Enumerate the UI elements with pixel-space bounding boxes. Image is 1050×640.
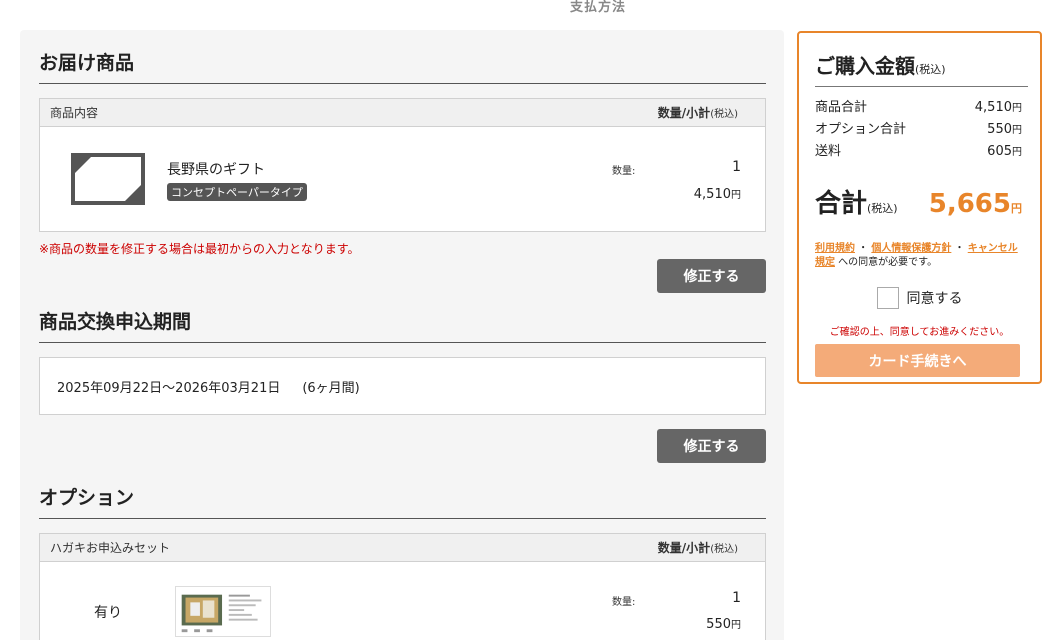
option-box-header: ハガキお申込みセット 数量/小計(税込) [40, 534, 765, 562]
option-subtotal: 550円 [706, 617, 741, 632]
delivery-item-box: 商品内容 数量/小計(税込) 長野県のギフト コンセプトペーパータイプ 数量: … [39, 98, 766, 232]
grand-total: 合計(税込) 5,665円 [815, 183, 1024, 220]
total-label: 合計(税込) [815, 189, 898, 219]
quantity-edit-note: ※商品の数量を修正する場合は最初からの入力となります。 [39, 242, 360, 256]
summary-line-shipping: 送料 605円 [815, 144, 1022, 159]
card-procedure-button[interactable]: カード手続きへ [815, 344, 1020, 377]
delivery-item-row: 長野県のギフト コンセプトペーパータイプ 数量: 1 4,510円 [40, 127, 765, 231]
delivery-section-title: お届け商品 [39, 30, 766, 84]
qty-value: 1 [732, 159, 741, 175]
purchase-summary-panel: ご購入金額(税込) 商品合計 4,510円 オプション合計 550円 送料 60… [797, 31, 1042, 384]
option-qty-subtotal-header: 数量/小計(税込) [657, 541, 738, 555]
period-range: 2025年09月22日～2026年03月21日 [57, 380, 281, 396]
option-name-header: ハガキお申込みセット [50, 541, 171, 555]
item-type-badge: コンセプトペーパータイプ [167, 183, 307, 201]
agree-control[interactable]: 同意する [815, 287, 1024, 309]
options-section-title: オプション [39, 463, 766, 519]
order-details-panel: お届け商品 商品内容 数量/小計(税込) 長野県のギフト コンセプトペーパータイ… [20, 30, 784, 640]
option-value: 有り [94, 605, 122, 621]
item-content-header: 商品内容 [50, 106, 99, 120]
agree-checkbox[interactable] [876, 287, 899, 309]
delivery-box-header: 商品内容 数量/小計(税込) [40, 99, 765, 127]
qty-label: 数量: [612, 166, 636, 177]
summary-line-options: オプション合計 550円 [815, 122, 1022, 137]
edit-items-button[interactable]: 修正する [657, 259, 766, 293]
summary-lines: 商品合計 4,510円 オプション合計 550円 送料 605円 [815, 97, 1024, 163]
summary-title: ご購入金額(税込) [815, 33, 1028, 87]
edit-period-button[interactable]: 修正する [657, 429, 766, 463]
period-section-title: 商品交換申込期間 [39, 293, 766, 343]
period-box: 2025年09月22日～2026年03月21日 (6ヶ月間) [39, 357, 766, 415]
terms-of-use-link[interactable]: 利用規約 [815, 243, 855, 254]
agree-label[interactable]: 同意する [907, 288, 963, 308]
step-label: 支払方法 [570, 0, 627, 15]
period-months: (6ヶ月間) [302, 380, 360, 396]
confirm-note: ご確認の上、同意してお進みください。 [829, 327, 1010, 338]
item-name: 長野県のギフト [167, 162, 265, 178]
option-qty-label: 数量: [612, 597, 636, 608]
terms-notice: 利用規約 ・ 個人情報保護方針 ・ キャンセル規定 への同意が必要です。 [815, 243, 1018, 268]
image-placeholder-icon [71, 153, 145, 205]
qty-subtotal-header: 数量/小計(税込) [657, 106, 738, 120]
summary-line-items: 商品合計 4,510円 [815, 100, 1022, 115]
option-item-box: ハガキお申込みセット 数量/小計(税込) 有り 数量: 1 550円 [39, 533, 766, 640]
total-value: 5,665円 [928, 189, 1022, 219]
postcard-thumbnail-image [175, 586, 271, 637]
privacy-policy-link[interactable]: 個人情報保護方針 [871, 243, 951, 254]
item-subtotal: 4,510円 [693, 187, 741, 202]
option-qty-value: 1 [732, 590, 741, 606]
option-item-row: 有り 数量: 1 550円 [40, 562, 765, 640]
